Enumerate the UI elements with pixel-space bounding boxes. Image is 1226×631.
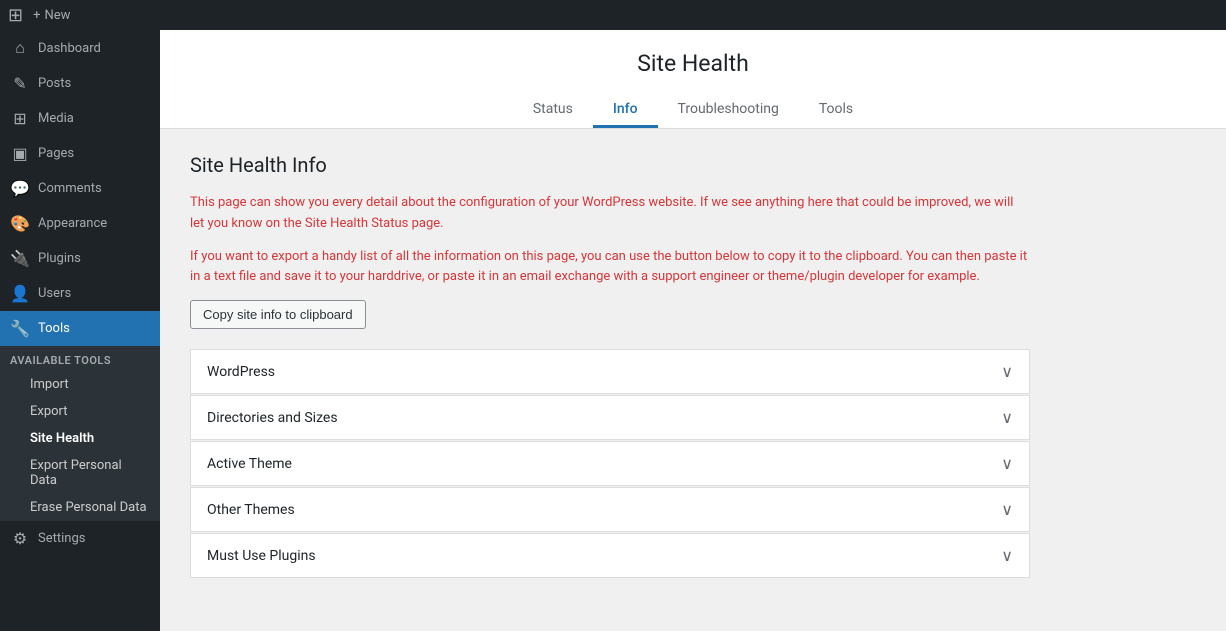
accordion-other-themes: Other Themes ∨ [190, 487, 1030, 532]
sidebar-item-settings[interactable]: ⚙ Settings [0, 521, 160, 556]
tab-tools[interactable]: Tools [799, 93, 873, 128]
sidebar-item-users[interactable]: 👤 Users [0, 276, 160, 311]
sidebar-item-appearance[interactable]: 🎨 Appearance [0, 206, 160, 241]
new-button[interactable]: + New [33, 8, 70, 23]
accordion-directories-label: Directories and Sizes [207, 410, 338, 426]
sidebar-item-pages[interactable]: ▣ Pages [0, 136, 160, 171]
accordion-other-themes-label: Other Themes [207, 502, 295, 518]
dashboard-icon: ⌂ [10, 38, 30, 58]
sidebar-item-label: Posts [38, 76, 71, 91]
chevron-down-icon: ∨ [1001, 546, 1013, 565]
accordion-directories-header[interactable]: Directories and Sizes ∨ [191, 396, 1029, 439]
accordion-directories-sizes: Directories and Sizes ∨ [190, 395, 1030, 440]
tools-submenu: Available Tools Import Export Site Healt… [0, 346, 160, 521]
chevron-down-icon: ∨ [1001, 408, 1013, 427]
accordion-wordpress-label: WordPress [207, 364, 275, 380]
wp-logo-icon: ⊞ [8, 5, 23, 26]
accordion-active-theme: Active Theme ∨ [190, 441, 1030, 486]
sidebar-item-label: Users [38, 286, 71, 301]
comments-icon: 💬 [10, 179, 30, 198]
sidebar-item-label: Tools [38, 321, 70, 336]
main-content: Site Health Info This page can show you … [160, 129, 1060, 603]
section-title: Site Health Info [190, 153, 1030, 177]
sidebar-item-label: Comments [38, 181, 102, 196]
appearance-icon: 🎨 [10, 214, 30, 233]
pages-icon: ▣ [10, 144, 30, 163]
sidebar-item-label: Media [38, 111, 74, 126]
sidebar-item-comments[interactable]: 💬 Comments [0, 171, 160, 206]
info-paragraph-2: If you want to export a handy list of al… [190, 247, 1030, 289]
users-icon: 👤 [10, 284, 30, 303]
accordion-other-themes-header[interactable]: Other Themes ∨ [191, 488, 1029, 531]
sidebar-item-label: Pages [38, 146, 74, 161]
accordion-must-use-plugins: Must Use Plugins ∨ [190, 533, 1030, 578]
sidebar-item-dashboard[interactable]: ⌂ Dashboard [0, 30, 160, 66]
sidebar-item-media[interactable]: ⊞ Media [0, 101, 160, 136]
accordion-list: WordPress ∨ Directories and Sizes ∨ Acti… [190, 349, 1030, 578]
accordion-active-theme-header[interactable]: Active Theme ∨ [191, 442, 1029, 485]
chevron-down-icon: ∨ [1001, 454, 1013, 473]
accordion-must-use-plugins-header[interactable]: Must Use Plugins ∨ [191, 534, 1029, 577]
sidebar-item-label: Dashboard [38, 41, 101, 56]
sidebar-item-label: Plugins [38, 251, 81, 266]
chevron-down-icon: ∨ [1001, 362, 1013, 381]
submenu-item-erase-personal-data[interactable]: Erase Personal Data [0, 494, 160, 521]
sidebar-item-label: Settings [38, 531, 85, 546]
submenu-item-site-health[interactable]: Site Health [0, 425, 160, 452]
sidebar-item-tools[interactable]: 🔧 Tools [0, 311, 160, 346]
page-header: Site Health Status Info Troubleshooting … [160, 30, 1226, 129]
submenu-item-import[interactable]: Import [0, 371, 160, 398]
tab-bar: Status Info Troubleshooting Tools [160, 93, 1226, 128]
submenu-item-export-personal-data[interactable]: Export Personal Data [0, 452, 160, 494]
posts-icon: ✎ [10, 74, 30, 93]
page-title: Site Health [160, 50, 1226, 77]
tab-status[interactable]: Status [513, 93, 593, 128]
admin-bar: ⊞ + New [0, 0, 1226, 30]
plugins-icon: 🔌 [10, 249, 30, 268]
chevron-down-icon: ∨ [1001, 500, 1013, 519]
sidebar: ⌂ Dashboard ✎ Posts ⊞ Media ▣ Pages 💬 Co… [0, 30, 160, 631]
sidebar-item-posts[interactable]: ✎ Posts [0, 66, 160, 101]
info-paragraph-1: This page can show you every detail abou… [190, 193, 1030, 235]
accordion-must-use-plugins-label: Must Use Plugins [207, 548, 316, 564]
media-icon: ⊞ [10, 109, 30, 128]
main-layout: ⌂ Dashboard ✎ Posts ⊞ Media ▣ Pages 💬 Co… [0, 30, 1226, 631]
plus-icon: + [33, 8, 40, 23]
tools-icon: 🔧 [10, 319, 30, 338]
copy-site-info-button[interactable]: Copy site info to clipboard [190, 300, 366, 329]
new-label: New [44, 8, 70, 23]
sidebar-item-label: Appearance [38, 216, 107, 231]
accordion-active-theme-label: Active Theme [207, 456, 292, 472]
submenu-item-export[interactable]: Export [0, 398, 160, 425]
tab-info[interactable]: Info [593, 93, 658, 128]
tools-submenu-label: Available Tools [0, 346, 160, 371]
settings-icon: ⚙ [10, 529, 30, 548]
content-area: Site Health Status Info Troubleshooting … [160, 30, 1226, 631]
accordion-wordpress: WordPress ∨ [190, 349, 1030, 394]
tab-troubleshooting[interactable]: Troubleshooting [658, 93, 799, 128]
accordion-wordpress-header[interactable]: WordPress ∨ [191, 350, 1029, 393]
sidebar-item-plugins[interactable]: 🔌 Plugins [0, 241, 160, 276]
